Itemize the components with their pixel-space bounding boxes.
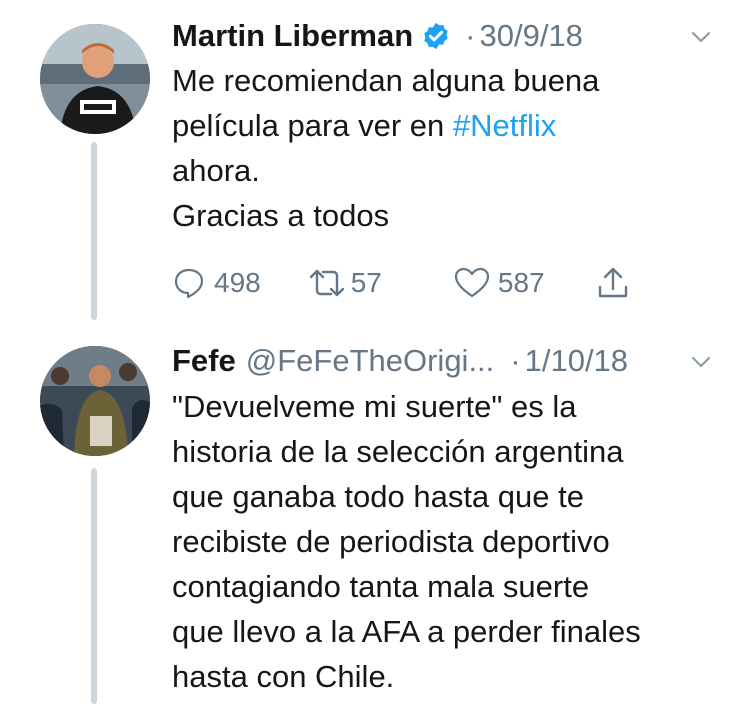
tweet-1-header: Martin Liberman · 30/9/18 (172, 17, 583, 55)
tweet-1-text: Me recomiendan alguna buena película par… (172, 58, 712, 238)
verified-icon (424, 22, 448, 50)
like-count: 587 (497, 267, 545, 298)
like-button[interactable]: 587 (454, 266, 545, 300)
tweet-date[interactable]: 1/10/18 (525, 342, 628, 380)
avatar[interactable] (40, 24, 150, 134)
reply-count: 498 (214, 267, 261, 298)
author-name[interactable]: Fefe (172, 342, 236, 380)
reply-button[interactable]: 498 (172, 266, 261, 300)
author-name[interactable]: Martin Liberman (172, 17, 413, 55)
chevron-down-icon[interactable] (690, 351, 712, 373)
tweet-2-text: "Devuelveme mi suerte" es la historia de… (172, 389, 641, 694)
separator-dot: · (510, 343, 521, 378)
avatar-image (40, 24, 150, 134)
avatar-image (40, 346, 150, 456)
like-icon (454, 267, 489, 298)
tweet-1-actions: 498 57 587 (172, 265, 631, 301)
author-handle[interactable]: @FeFeTheOrigi... (246, 342, 495, 380)
retweet-icon (309, 269, 344, 297)
hashtag-link[interactable]: #Netflix (453, 108, 556, 143)
retweet-button[interactable]: 57 (307, 266, 382, 300)
chevron-down-icon[interactable] (690, 26, 712, 48)
thread-line-bottom (91, 468, 97, 704)
thread-line-top (91, 142, 97, 320)
share-icon (598, 267, 627, 298)
avatar[interactable] (40, 346, 150, 456)
reply-icon (174, 268, 204, 299)
tweet-2-header: Fefe @FeFeTheOrigi... · 1/10/18 (172, 342, 628, 380)
tweet-text-continued: ahora. Gracias a todos (172, 153, 390, 233)
tweet-date[interactable]: 30/9/18 (479, 17, 582, 55)
separator-dot: · (465, 18, 476, 53)
retweet-count: 57 (350, 267, 382, 298)
share-button[interactable] (595, 265, 631, 301)
